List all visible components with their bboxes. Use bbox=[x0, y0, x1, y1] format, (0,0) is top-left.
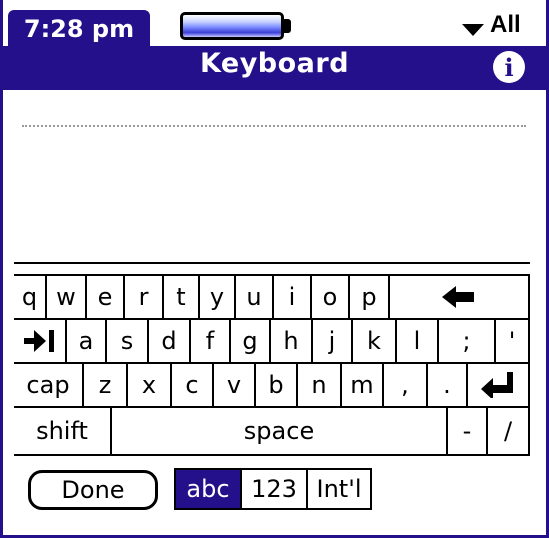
key-p[interactable]: p bbox=[350, 276, 390, 318]
clock-tab[interactable]: 7:28 pm bbox=[8, 10, 150, 46]
info-icon[interactable]: i bbox=[493, 51, 525, 83]
key-a[interactable]: a bbox=[67, 320, 107, 362]
key-v[interactable]: v bbox=[214, 364, 256, 406]
key-z[interactable]: z bbox=[84, 364, 128, 406]
page-title: Keyboard bbox=[199, 48, 350, 79]
caps-key[interactable]: cap bbox=[14, 364, 84, 406]
numeric-mode-button[interactable]: 123 bbox=[240, 468, 308, 510]
shift-key[interactable]: shift bbox=[14, 408, 112, 454]
key-comma[interactable]: , bbox=[384, 364, 428, 406]
divider bbox=[14, 262, 530, 264]
tab-key[interactable] bbox=[14, 320, 67, 362]
category-selector[interactable]: All bbox=[490, 11, 521, 39]
key-t[interactable]: t bbox=[164, 276, 200, 318]
abc-mode-button[interactable]: abc bbox=[174, 468, 242, 510]
return-key[interactable] bbox=[468, 364, 528, 406]
battery-icon bbox=[180, 12, 284, 40]
done-button[interactable]: Done bbox=[28, 470, 158, 510]
space-key[interactable]: space bbox=[112, 408, 448, 454]
key-m[interactable]: m bbox=[342, 364, 384, 406]
key-k[interactable]: k bbox=[353, 320, 397, 362]
key-slash[interactable]: / bbox=[488, 408, 528, 454]
key-b[interactable]: b bbox=[256, 364, 298, 406]
backspace-icon bbox=[442, 286, 474, 308]
key-semicolon[interactable]: ; bbox=[439, 320, 496, 362]
backspace-key[interactable] bbox=[390, 276, 528, 318]
key-q[interactable]: q bbox=[14, 276, 47, 318]
key-apostrophe[interactable]: ' bbox=[496, 320, 528, 362]
key-period[interactable]: . bbox=[428, 364, 468, 406]
key-o[interactable]: o bbox=[312, 276, 350, 318]
key-w[interactable]: w bbox=[47, 276, 87, 318]
key-j[interactable]: j bbox=[313, 320, 353, 362]
key-l[interactable]: l bbox=[397, 320, 439, 362]
key-f[interactable]: f bbox=[191, 320, 231, 362]
text-input-area[interactable] bbox=[14, 92, 530, 252]
key-e[interactable]: e bbox=[87, 276, 125, 318]
key-u[interactable]: u bbox=[236, 276, 274, 318]
key-s[interactable]: s bbox=[107, 320, 149, 362]
title-bar: Keyboard i bbox=[0, 46, 549, 90]
key-n[interactable]: n bbox=[298, 364, 342, 406]
tab-icon bbox=[23, 330, 54, 352]
key-i[interactable]: i bbox=[274, 276, 312, 318]
key-r[interactable]: r bbox=[125, 276, 164, 318]
key-dash[interactable]: - bbox=[448, 408, 488, 454]
text-underline bbox=[22, 125, 526, 127]
intl-mode-button[interactable]: Int'l bbox=[306, 468, 372, 510]
key-d[interactable]: d bbox=[149, 320, 191, 362]
battery-tip bbox=[284, 19, 291, 33]
return-icon bbox=[481, 372, 513, 398]
dropdown-arrow-icon[interactable] bbox=[462, 24, 484, 36]
key-y[interactable]: y bbox=[200, 276, 236, 318]
key-c[interactable]: c bbox=[172, 364, 214, 406]
key-g[interactable]: g bbox=[231, 320, 271, 362]
key-h[interactable]: h bbox=[271, 320, 313, 362]
key-x[interactable]: x bbox=[128, 364, 172, 406]
